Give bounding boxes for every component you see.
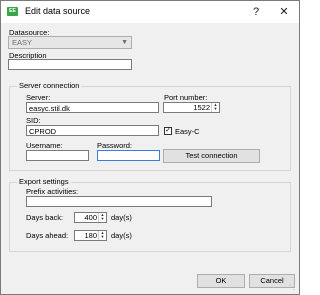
days-ahead-unit: day(s) xyxy=(111,231,132,240)
edit-data-source-dialog: EE Edit data source ? ✕ Datasource: EASY… xyxy=(0,0,300,295)
datasource-select[interactable]: EASY ▼ xyxy=(8,36,132,49)
server-connection-title: Server connection xyxy=(17,81,82,90)
days-back-label: Days back: xyxy=(26,213,64,222)
server-label: Server: xyxy=(26,93,51,102)
spin-arrows-icon[interactable]: ▲ ▼ xyxy=(211,103,219,112)
prefix-activities-input[interactable] xyxy=(26,196,212,207)
help-button[interactable]: ? xyxy=(241,1,271,23)
days-back-value: 400 xyxy=(84,213,97,222)
username-input[interactable] xyxy=(26,150,89,161)
prefix-activities-label: Prefix activities: xyxy=(26,187,79,196)
port-number-value: 1522 xyxy=(193,103,210,112)
password-input[interactable] xyxy=(97,150,160,161)
days-ahead-value: 180 xyxy=(84,231,97,240)
easyc-label: Easy-C xyxy=(175,127,200,136)
chevron-down-icon: ▼ xyxy=(121,39,128,46)
server-input[interactable]: easyc.stil.dk xyxy=(26,102,159,113)
password-label: Password: xyxy=(97,141,133,150)
days-ahead-label: Days ahead: xyxy=(26,231,69,240)
window-title: Edit data source xyxy=(25,6,91,16)
days-back-stepper[interactable]: 400 ▲ ▼ xyxy=(74,212,107,223)
username-label: Username: xyxy=(26,141,63,150)
datasource-selected-value: EASY xyxy=(12,38,33,47)
sid-input[interactable]: CPROD xyxy=(26,125,159,136)
export-settings-title: Export settings xyxy=(17,177,71,186)
port-label: Port number: xyxy=(164,93,208,102)
description-input[interactable] xyxy=(8,59,132,70)
spin-arrows-icon[interactable]: ▲ ▼ xyxy=(98,213,106,222)
easyc-checkbox[interactable]: ✓ xyxy=(164,127,172,135)
sid-label: SID: xyxy=(26,116,41,125)
app-icon: EE xyxy=(7,7,18,16)
days-ahead-stepper[interactable]: 180 ▲ ▼ xyxy=(74,230,107,241)
port-number-stepper[interactable]: 1522 ▲ ▼ xyxy=(163,102,220,113)
test-connection-button[interactable]: Test connection xyxy=(163,149,260,163)
title-bar: EE Edit data source ? ✕ xyxy=(1,1,299,23)
spin-arrows-icon[interactable]: ▲ ▼ xyxy=(98,231,106,240)
close-button[interactable]: ✕ xyxy=(269,1,299,23)
days-back-unit: day(s) xyxy=(111,213,132,222)
ok-button[interactable]: OK xyxy=(197,274,245,288)
resize-grip-icon[interactable]: ⋱ xyxy=(289,284,297,292)
